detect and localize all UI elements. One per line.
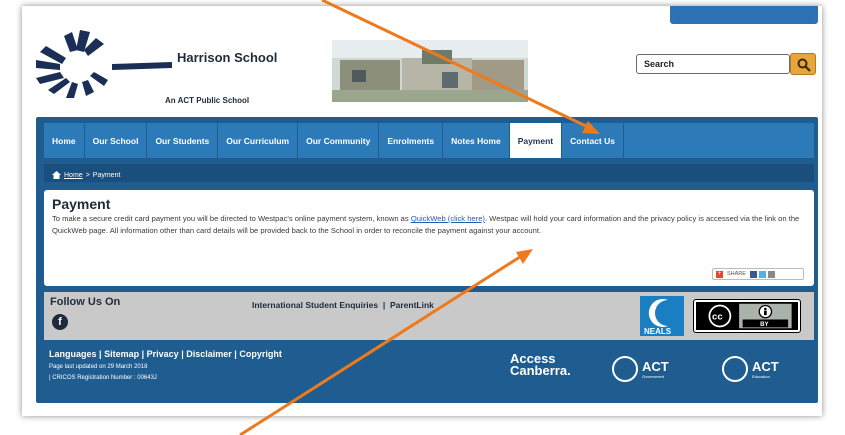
search-button[interactable] (790, 53, 816, 75)
parentlink-link[interactable]: ParentLink (390, 300, 434, 310)
footer-link-languages[interactable]: Languages (49, 349, 97, 359)
creative-commons-badge[interactable]: cc BY (693, 299, 801, 333)
act-crest-icon (722, 356, 748, 382)
access-canberra-logo[interactable]: Access Canberra. (510, 352, 571, 378)
school-building-photo (332, 40, 528, 102)
last-updated-text: Page last updated on 29 March 2018 (49, 364, 148, 370)
act-crest-icon (612, 356, 638, 382)
footer-sep: | (99, 349, 102, 359)
follow-us-title: Follow Us On (50, 296, 121, 308)
share-button[interactable]: + SHARE (712, 268, 804, 280)
home-icon (52, 171, 61, 179)
facebook-icon[interactable]: f (52, 314, 68, 330)
footer-sep: | (181, 349, 184, 359)
description-part-1: To make a secure credit card payment you… (52, 214, 411, 223)
top-utility-bar[interactable] (670, 6, 818, 24)
footer-links: Languages | Sitemap | Privacy | Disclaim… (49, 349, 282, 359)
neals-label: NEALS (644, 327, 672, 336)
footer-link-sitemap[interactable]: Sitemap (104, 349, 139, 359)
nav-item-enrolments[interactable]: Enrolments (379, 123, 444, 158)
page-title: Payment (52, 196, 111, 212)
act-label: ACT (642, 359, 669, 374)
school-subtitle: An ACT Public School (165, 96, 250, 105)
browser-page: Harrison School An ACT Public School Sea… (22, 6, 822, 416)
nav-item-our-school[interactable]: Our School (85, 123, 148, 158)
act-government-logo[interactable]: ACT Government (612, 356, 669, 382)
footer-sep: | (141, 349, 145, 359)
breadcrumb: Home > Payment (44, 164, 814, 182)
breadcrumb-separator: > (85, 171, 90, 179)
link-separator: | (382, 300, 386, 310)
cc-by-label: BY (760, 321, 769, 328)
svg-text:cc: cc (712, 312, 723, 323)
content-panel: Payment To make a secure credit card pay… (44, 190, 814, 286)
nav-item-our-students[interactable]: Our Students (147, 123, 219, 158)
nav-item-contact-us[interactable]: Contact Us (562, 123, 624, 158)
cricos-number: | CRICOS Registration Number : 00643J (49, 375, 157, 381)
quickweb-link[interactable]: QuickWeb (click here) (411, 214, 485, 223)
share-plus-icon: + (716, 270, 723, 278)
search-icon (797, 58, 811, 72)
breadcrumb-home-link[interactable]: Home (64, 172, 83, 179)
access-canberra-line2: Canberra. (510, 363, 571, 378)
international-students-link[interactable]: International Student Enquiries (252, 300, 378, 310)
share-label: SHARE (727, 271, 746, 277)
school-logo (36, 30, 172, 98)
nav-item-our-curriculum[interactable]: Our Curriculum (218, 123, 299, 158)
nav-item-home[interactable]: Home (44, 123, 85, 158)
breadcrumb-current: Payment (92, 171, 121, 179)
nav-item-notes-home[interactable]: Notes Home (443, 123, 510, 158)
footer-link-copyright[interactable]: Copyright (239, 349, 282, 359)
follow-links: International Student Enquiries | Parent… (252, 300, 434, 310)
follow-us-section: Follow Us On f International Student Enq… (44, 292, 814, 340)
nav-item-payment[interactable]: Payment (509, 123, 563, 158)
act-education-label: Education (752, 374, 770, 379)
school-name: Harrison School (177, 50, 278, 65)
payment-description: To make a secure credit card payment you… (52, 213, 808, 236)
act-government-label: Government (642, 374, 665, 379)
footer-link-privacy[interactable]: Privacy (147, 349, 179, 359)
neals-logo[interactable]: NEALS (640, 296, 684, 336)
nav-item-our-community[interactable]: Our Community (298, 123, 380, 158)
social-icons (749, 270, 775, 278)
act-education-logo[interactable]: ACT Education (722, 356, 779, 382)
search-input[interactable]: Search (636, 54, 790, 74)
footer-link-disclaimer[interactable]: Disclaimer (186, 349, 232, 359)
main-navigation: Home Our School Our Students Our Curricu… (44, 123, 814, 158)
act-label: ACT (752, 359, 779, 374)
footer-sep: | (234, 349, 237, 359)
